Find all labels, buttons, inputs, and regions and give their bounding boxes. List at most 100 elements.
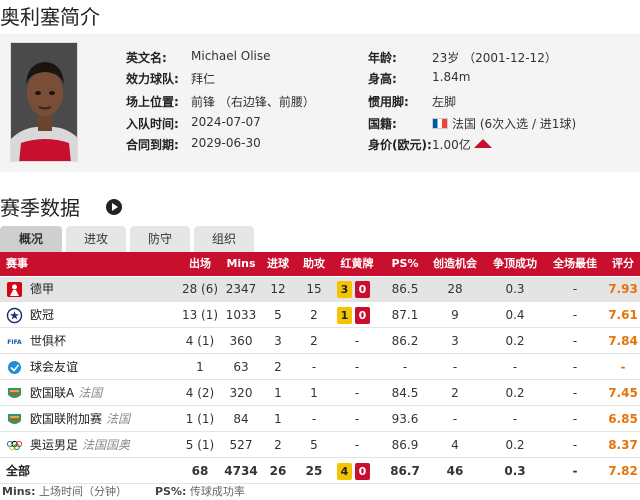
cell-aerials: 0.3	[504, 464, 526, 478]
competition-team: 法国	[106, 412, 131, 426]
header-mins[interactable]: Mins	[222, 252, 260, 276]
cell-chances: 4	[451, 438, 459, 452]
competition-name[interactable]: 欧国联A 法国	[30, 381, 102, 406]
tab-attack[interactable]: 进攻	[66, 226, 126, 252]
competition-name[interactable]: 全部	[6, 459, 30, 484]
market-value-label: 身价(欧元):	[368, 138, 432, 152]
competition-team: 法国	[78, 386, 103, 400]
cell-goals: 26	[269, 464, 287, 478]
cell-mins: 527	[229, 438, 253, 452]
foot-value: 左脚	[432, 95, 457, 109]
contract-label: 合同到期:	[126, 138, 179, 152]
age-label: 年龄:	[368, 51, 397, 65]
table-row[interactable]: 奥运男足 法国国奥 5 (1) 527 2 5 86.9 4 0.2 - 8.37 -	[0, 433, 640, 458]
cell-motm: -	[572, 308, 578, 322]
competition-label: 欧国联A	[30, 386, 75, 400]
arrow-right-icon[interactable]	[106, 199, 122, 215]
competition-name[interactable]: 欧冠	[30, 303, 54, 328]
cell-ps: 86.9	[391, 438, 419, 452]
header-goals[interactable]: 进球	[262, 252, 294, 276]
competition-name[interactable]: 世俱杯	[30, 329, 66, 354]
cell-apps: 5 (1)	[185, 438, 215, 452]
tab-overview[interactable]: 概况	[0, 226, 62, 252]
competition-label: 球会友谊	[30, 360, 79, 374]
cell-chances: 3	[451, 334, 459, 348]
table-row[interactable]: 球会友谊 1 63 2 - - - - - - -	[0, 355, 640, 380]
cell-goals: 2	[274, 438, 282, 452]
cell-motm: -	[572, 360, 578, 374]
cell-chances: 46	[446, 464, 464, 478]
header-chances[interactable]: 创造机会	[426, 252, 484, 276]
english-name-value: Michael Olise	[191, 49, 271, 63]
competition-name[interactable]: 德甲	[30, 277, 54, 302]
table-row[interactable]: FIFA 世俱杯 4 (1) 360 3 2 86.2 3 0.2 - 7.84 -	[0, 329, 640, 354]
cell-motm: -	[572, 412, 578, 426]
age-value: 23岁 （2001-12-12）	[432, 51, 557, 65]
yellow-card-count: 4	[337, 463, 352, 480]
cell-cards: -	[354, 360, 360, 374]
cell-goals: 12	[270, 282, 286, 296]
footnote-ps-key: PS%:	[154, 485, 187, 498]
cell-motm: -	[572, 464, 578, 478]
table-row[interactable]: 欧国联A 法国 4 (2) 320 1 1 84.5 2 0.2 - 7.45 -	[0, 381, 640, 406]
cell-goals: 1	[274, 412, 282, 426]
cell-chances: 9	[451, 308, 459, 322]
table-total-row[interactable]: 全部 68 4734 26 25 86.7 46 0.3 - 7.82 4 0	[0, 459, 640, 484]
header-assists[interactable]: 助攻	[298, 252, 330, 276]
tab-organize[interactable]: 组织	[194, 226, 254, 252]
cell-ps: -	[402, 360, 408, 374]
club-label: 效力球队:	[126, 72, 179, 86]
cell-motm: -	[572, 386, 578, 400]
english-name-label: 英文名:	[126, 51, 167, 65]
cell-apps: 28 (6)	[181, 282, 219, 296]
header-ps[interactable]: PS%	[386, 252, 424, 276]
trend-up-icon	[474, 139, 492, 148]
cell-assists: 2	[310, 334, 318, 348]
competition-team: 法国国奥	[82, 438, 131, 452]
cell-rating: 8.37	[608, 438, 638, 452]
header-motm[interactable]: 全场最佳	[546, 252, 604, 276]
cell-cards: -	[354, 412, 360, 426]
cell-ps: 84.5	[391, 386, 419, 400]
cell-ps: 86.7	[390, 464, 420, 478]
competition-name[interactable]: 欧国联附加赛 法国	[30, 407, 130, 432]
svg-text:FIFA: FIFA	[7, 339, 22, 346]
tab-defense[interactable]: 防守	[130, 226, 190, 252]
cell-rating: 7.93	[608, 282, 638, 296]
nationality-label: 国籍:	[368, 117, 397, 131]
cell-mins: 320	[229, 386, 253, 400]
contract-value: 2029-06-30	[191, 136, 261, 150]
footnote-ps-desc: 传球成功率	[186, 485, 245, 498]
red-card-count: 0	[355, 307, 370, 324]
position-label: 场上位置:	[126, 95, 179, 109]
header-apps[interactable]: 出场	[180, 252, 220, 276]
header-rating[interactable]: 评分	[608, 252, 638, 276]
cell-apps: 1	[196, 360, 204, 374]
competition-label: 奥运男足	[30, 438, 79, 452]
table-row[interactable]: 欧国联附加赛 法国 1 (1) 84 1 - 93.6 - - - 6.85 -	[0, 407, 640, 432]
cell-mins: 63	[233, 360, 249, 374]
cell-mins: 360	[229, 334, 253, 348]
header-cards[interactable]: 红黄牌	[334, 252, 380, 276]
olympics-logo-icon	[6, 437, 23, 454]
cell-assists: -	[311, 412, 317, 426]
cell-cards: -	[354, 334, 360, 348]
header-aerials[interactable]: 争顶成功	[486, 252, 544, 276]
cell-rating: 7.45	[608, 386, 638, 400]
table-row[interactable]: 欧冠 13 (1) 1033 5 2 87.1 9 0.4 - 7.61 1 0	[0, 303, 640, 328]
competition-name[interactable]: 奥运男足 法国国奥	[30, 433, 130, 458]
competition-name[interactable]: 球会友谊	[30, 355, 78, 380]
table-row[interactable]: 德甲 28 (6) 2347 12 15 86.5 28 0.3 - 7.93 3 0	[0, 277, 640, 302]
cell-rating: 7.84	[608, 334, 638, 348]
cell-assists: 15	[306, 282, 322, 296]
cell-chances: -	[452, 360, 458, 374]
club-value[interactable]: 拜仁	[191, 70, 215, 87]
cell-goals: 3	[274, 334, 282, 348]
nationality-row: 法国 (6次入选 / 进1球)	[432, 115, 576, 132]
nationality-value[interactable]: 法国 (6次入选 / 进1球)	[452, 117, 576, 131]
friendly-logo-icon	[6, 359, 23, 376]
cell-goals: 2	[274, 360, 282, 374]
player-photo	[10, 42, 78, 162]
cell-rating: 7.61	[608, 308, 638, 322]
footnote-mins-desc: 上场时间（分钟）	[35, 485, 127, 498]
